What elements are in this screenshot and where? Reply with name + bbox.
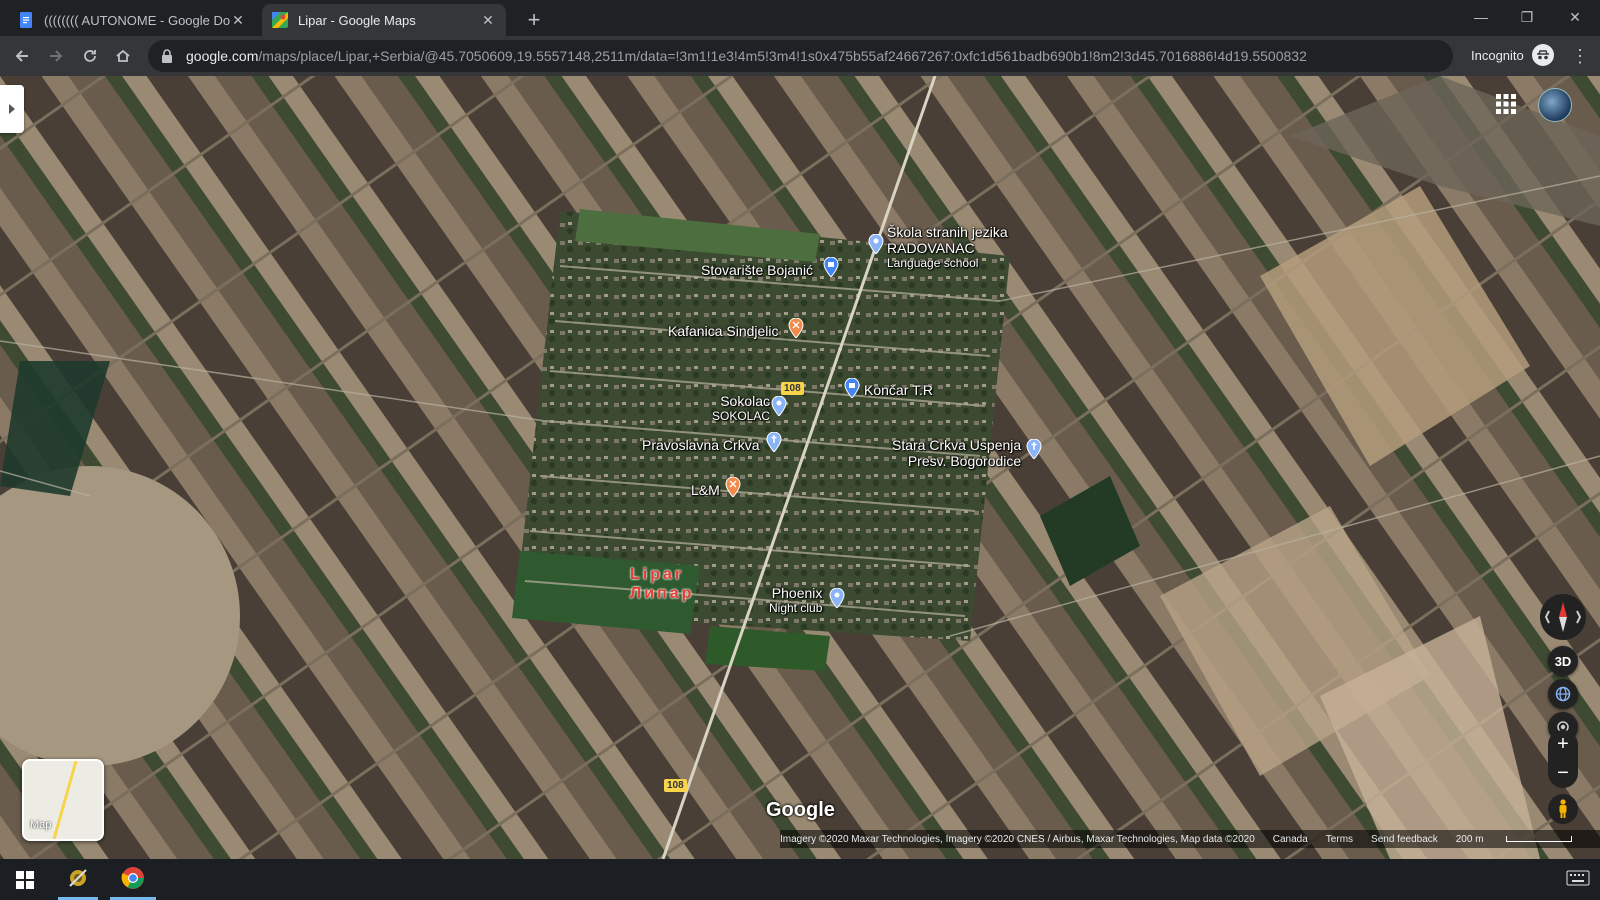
satellite-imagery [0, 76, 1600, 859]
pegman-icon[interactable] [1548, 794, 1578, 824]
place-pravoslavna-crkva[interactable]: Pravoslavna Crkva [642, 437, 760, 453]
region-link[interactable]: Canada [1273, 834, 1308, 845]
incognito-label: Incognito [1471, 47, 1524, 63]
url-path: /maps/place/Lipar,+Serbia/@45.7050609,19… [258, 48, 1307, 64]
place-name: Sokolac [720, 393, 771, 409]
restore-icon[interactable]: ❐ [1504, 0, 1550, 34]
place-sokolac[interactable]: Sokolac SOKOLAC [712, 393, 770, 423]
satellite-map[interactable]: Škola stranih jezika RADOVANAC Language … [0, 76, 1600, 859]
windows-taskbar [0, 859, 1600, 900]
touch-keyboard-icon[interactable] [1566, 869, 1590, 887]
new-tab-button[interactable]: + [520, 6, 548, 34]
map-layer-toggle[interactable]: Map [22, 759, 104, 841]
incognito-indicator[interactable]: Incognito [1471, 44, 1554, 66]
close-tab-icon[interactable]: ✕ [480, 12, 496, 28]
church-pin-icon[interactable] [766, 432, 782, 452]
map-pin-icon[interactable] [868, 234, 884, 254]
back-icon[interactable] [8, 42, 36, 70]
place-stara-crkva-uspenja[interactable]: Stara Crkva Uspenja Presv. Bogorodice [892, 437, 1021, 469]
browser-menu-icon[interactable]: ⋮ [1568, 44, 1592, 68]
town-label-cyrillic: Липар [630, 585, 695, 602]
restaurant-pin-icon[interactable] [788, 318, 804, 338]
windows-start-icon[interactable] [5, 859, 45, 900]
place-name: Pravoslavna Crkva [642, 437, 760, 453]
terms-link[interactable]: Terms [1326, 834, 1353, 845]
reload-icon[interactable] [76, 42, 104, 70]
place-category: Night club [769, 601, 823, 615]
shopping-pin-icon[interactable] [844, 378, 860, 398]
scale-bar[interactable]: 200 m [1456, 834, 1590, 845]
compass-icon [1544, 602, 1582, 632]
compass-control[interactable] [1540, 594, 1586, 640]
map-pin-icon[interactable] [829, 588, 845, 608]
place-subtitle: SOKOLAC [712, 409, 771, 423]
town-label-latin: Lipar [630, 566, 685, 583]
tab-google-docs[interactable]: (((((((( AUTONOME - Google Do ✕ [8, 4, 256, 36]
place-name: Stara Crkva Uspenja [892, 437, 1022, 453]
map-pin-icon[interactable] [771, 396, 787, 416]
globe-icon[interactable] [1548, 679, 1578, 709]
close-window-icon[interactable]: ✕ [1552, 0, 1598, 34]
collapse-side-panel-button[interactable] [0, 85, 24, 133]
url-text: google.com/maps/place/Lipar,+Serbia/@45.… [186, 48, 1307, 64]
taskbar-app-icon[interactable] [58, 859, 98, 900]
url-host: google.com [186, 48, 259, 64]
place-name: Stovarište Bojanić [701, 262, 814, 278]
map-footer: Imagery ©2020 Maxar Technologies, Imager… [780, 830, 1600, 848]
place-name: Končar T.R [864, 382, 933, 398]
zoom-out-button[interactable]: − [1548, 759, 1578, 788]
tab-title: (((((((( AUTONOME - Google Do [44, 12, 230, 28]
place-phoenix[interactable]: Phoenix Night club [769, 585, 822, 615]
forward-icon[interactable] [42, 42, 70, 70]
place-kafanica-sindjelic[interactable]: Kafanica Sindjelic [668, 323, 779, 339]
place-name: Škola stranih jezika [887, 224, 1008, 240]
browser-toolbar: google.com/maps/place/Lipar,+Serbia/@45.… [0, 36, 1600, 76]
address-bar[interactable]: google.com/maps/place/Lipar,+Serbia/@45.… [148, 40, 1453, 72]
tab-strip: (((((((( AUTONOME - Google Do ✕ Lipar - … [0, 0, 1600, 36]
tab-google-maps[interactable]: Lipar - Google Maps ✕ [262, 4, 506, 36]
place-skola-stranih-jezika[interactable]: Škola stranih jezika RADOVANAC Language … [887, 224, 1008, 270]
place-category: Language school [887, 256, 979, 270]
zoom-control: + − [1548, 730, 1578, 788]
place-stovariste-bojanic[interactable]: Stovarište Bojanić [701, 262, 813, 278]
incognito-icon [1531, 44, 1554, 66]
google-maps-icon [272, 12, 288, 28]
church-pin-icon[interactable] [1026, 439, 1042, 459]
map-layer-label: Map [30, 819, 52, 831]
place-l-and-m[interactable]: L&M [691, 482, 720, 498]
home-icon[interactable] [109, 42, 137, 70]
town-label: Lipar Липар [630, 565, 694, 603]
tilt-3d-button[interactable]: 3D [1548, 646, 1578, 676]
restaurant-pin-icon[interactable] [725, 477, 741, 497]
shopping-pin-icon[interactable] [823, 257, 839, 277]
place-name-line2: RADOVANAC [887, 240, 975, 256]
zoom-in-button[interactable]: + [1548, 730, 1578, 759]
scale-line [1505, 836, 1572, 842]
close-tab-icon[interactable]: ✕ [230, 12, 246, 28]
lock-icon [162, 49, 172, 63]
place-name: Kafanica Sindjelic [668, 323, 779, 339]
imagery-attribution: Imagery ©2020 Maxar Technologies, Imager… [780, 833, 1255, 845]
scale-label: 200 m [1455, 833, 1484, 845]
chrome-icon[interactable] [110, 859, 156, 900]
road-shield: 108 [781, 382, 804, 395]
minimize-icon[interactable]: — [1458, 0, 1504, 34]
place-name-line2: Presv. Bogorodice [907, 453, 1022, 469]
place-name: Phoenix [771, 585, 823, 601]
place-koncar-tr[interactable]: Končar T.R [864, 382, 933, 398]
road-shield: 108 [664, 779, 687, 792]
account-avatar[interactable] [1538, 88, 1572, 122]
google-logo: Google [766, 799, 835, 821]
google-docs-icon [20, 12, 32, 28]
google-apps-icon[interactable] [1494, 92, 1518, 116]
place-name: L&M [691, 482, 720, 498]
tab-title: Lipar - Google Maps [298, 12, 416, 28]
send-feedback-link[interactable]: Send feedback [1371, 834, 1438, 845]
